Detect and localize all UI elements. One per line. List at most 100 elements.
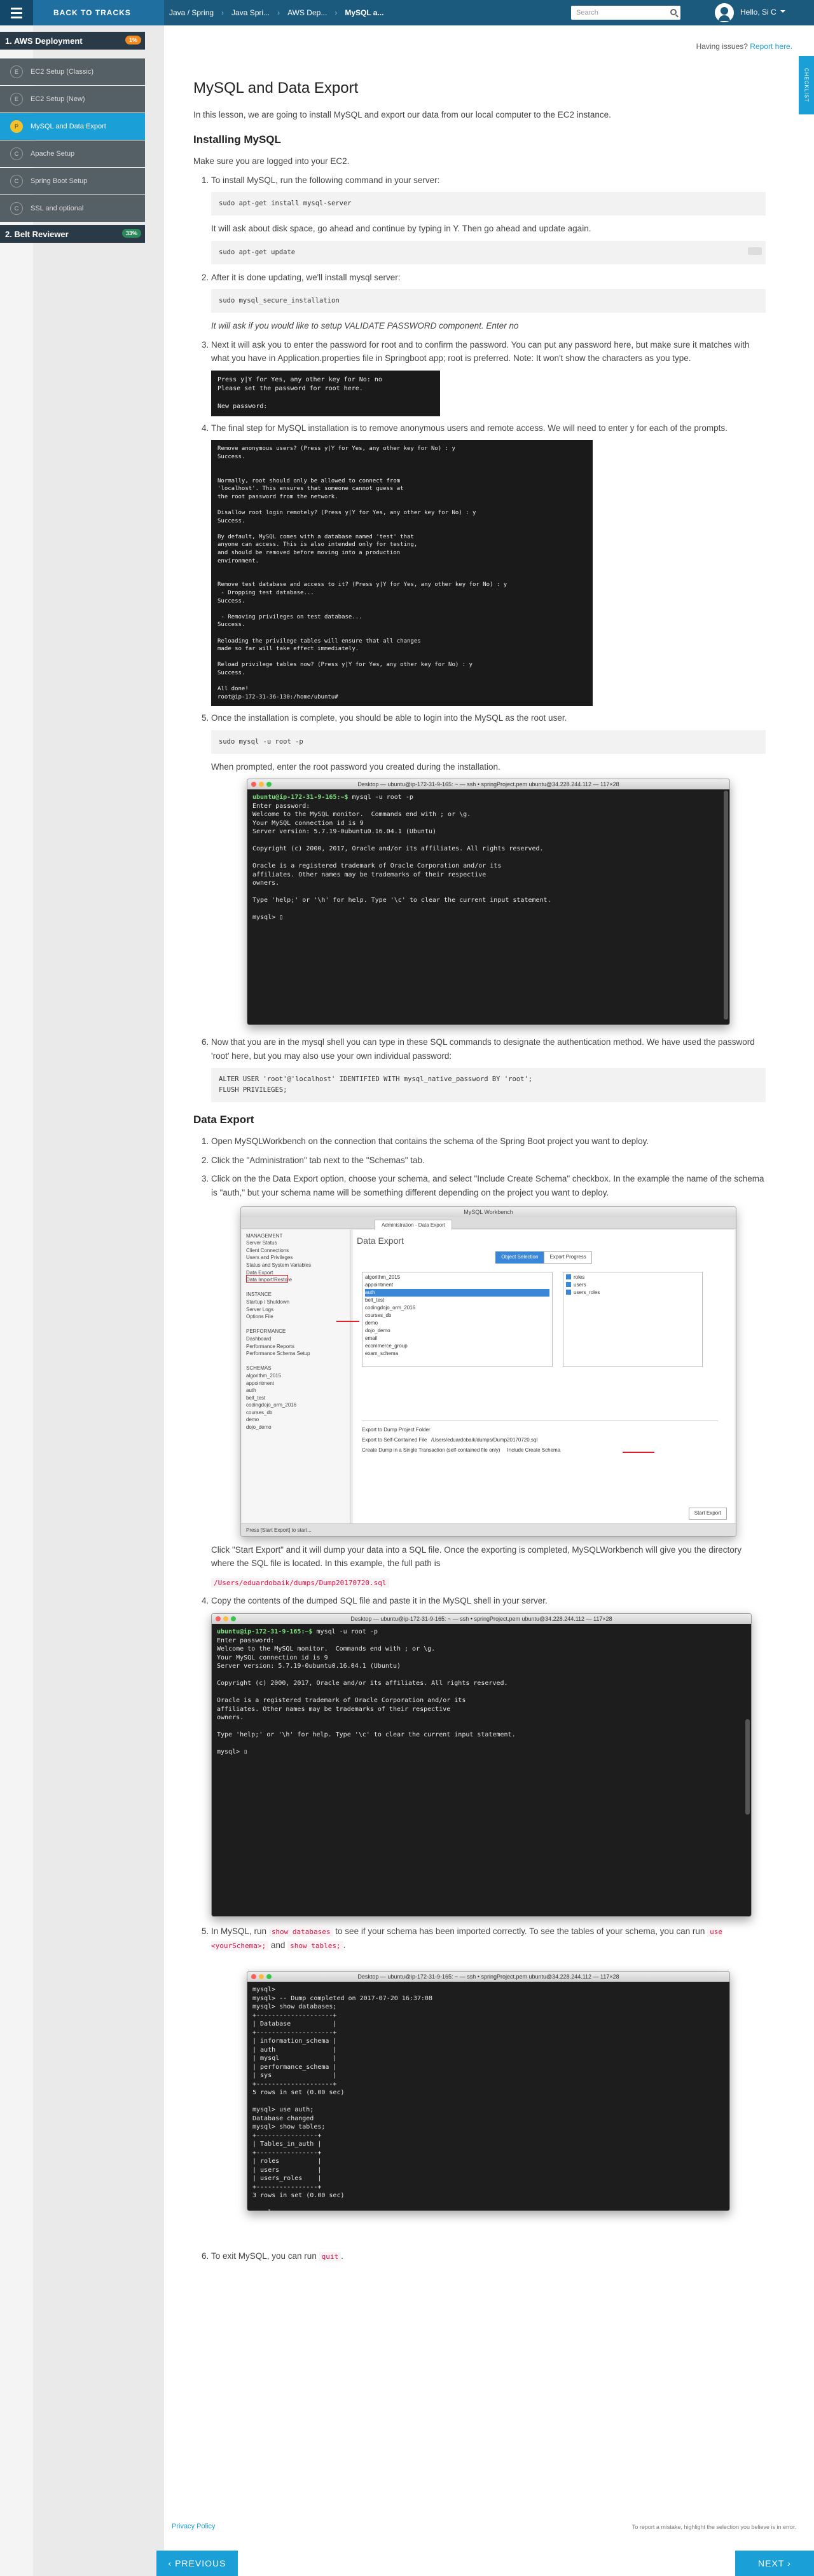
window-title-bar: Desktop — ubuntu@ip-172-31-9-165: ~ — ss… [247, 779, 729, 790]
breadcrumb-item[interactable]: AWS Dep... [287, 8, 327, 17]
terminal-window: Desktop — ubuntu@ip-172-31-9-165: ~ — ss… [247, 779, 730, 1026]
sidebar-item-mysql-data-export[interactable]: P MySQL and Data Export [0, 113, 145, 140]
terminal-window: Desktop — ubuntu@ip-172-31-9-165: ~ — ss… [211, 1613, 752, 1918]
sidebar-item-ec2-classic[interactable]: E EC2 Setup (Classic) [0, 58, 145, 85]
disk-note: It will ask about disk space, go ahead a… [211, 224, 591, 234]
validate-note: It will ask if you would like to setup V… [211, 320, 519, 331]
window-title: Desktop — ubuntu@ip-172-31-9-165: ~ — ss… [350, 1616, 612, 1623]
window-title: Desktop — ubuntu@ip-172-31-9-165: ~ — ss… [357, 781, 619, 788]
lesson-icon: C [10, 175, 23, 187]
avatar[interactable] [715, 3, 734, 22]
object-label: roles [574, 1274, 585, 1280]
checkbox-icon [566, 1289, 571, 1295]
step: After it is done updating, we'll install… [211, 271, 766, 333]
sidebar-item-ec2-new[interactable]: E EC2 Setup (New) [0, 86, 145, 112]
annotation-arrow [336, 1320, 359, 1322]
code-text: sudo mysql -u root -p [219, 737, 303, 746]
status-bar: Press [Start Export] to start... [241, 1523, 736, 1536]
sidebar-rail [0, 25, 33, 2576]
scrollbar[interactable] [724, 791, 728, 1020]
terminal-window: Desktop — ubuntu@ip-172-31-9-165: ~ — ss… [247, 1971, 730, 2212]
code-block[interactable]: sudo apt-get update [211, 240, 766, 264]
step: Click on the the Data Export option, cho… [211, 1172, 766, 1589]
footer: Privacy Policy To report a mistake, high… [164, 2520, 814, 2545]
back-label: BACK TO TRACKS [53, 8, 131, 17]
shell-prompt: ubuntu@ip-172-31-9-165:~$ [217, 1628, 313, 1636]
step: Once the installation is complete, you s… [211, 711, 766, 1026]
code-block[interactable]: ALTER USER 'root'@'localhost' IDENTIFIED… [211, 1068, 766, 1103]
code-text: sudo mysql_secure_installation [219, 297, 340, 305]
tab-export-progress: Export Progress [544, 1251, 592, 1264]
schema-row: exam_schema [365, 1350, 399, 1356]
step: To exit MySQL, you can run quit. [211, 2249, 766, 2263]
search-icon[interactable] [670, 9, 677, 15]
sidebar-item-label: Spring Boot Setup [31, 177, 88, 185]
next-button[interactable]: NEXT › [735, 2551, 814, 2576]
step-text: Now that you are in the mysql shell you … [211, 1037, 755, 1061]
breadcrumb-item[interactable]: Java / Spring [169, 8, 214, 17]
mysql-welcome: Enter password: Welcome to the MySQL mon… [252, 802, 551, 922]
top-bar: BACK TO TRACKS Java / Spring › Java Spri.… [0, 0, 814, 25]
step-text: Once the installation is complete, you s… [211, 713, 567, 723]
terminal-screenshot: Remove anonymous users? (Press y|Y for Y… [211, 440, 593, 707]
step: Click the "Administration" tab next to t… [211, 1154, 766, 1168]
object-row: users_roles [566, 1289, 700, 1297]
sidebar-section-belt-reviewer[interactable]: 2. Belt Reviewer 33% [0, 225, 145, 243]
breadcrumb-current: MySQL a... [345, 8, 384, 17]
object-row: users [566, 1281, 700, 1289]
section-heading-export: Data Export [193, 1114, 254, 1126]
code-text: ALTER USER 'root'@'localhost' IDENTIFIED… [219, 1075, 533, 1094]
schema-row: codingdojo_orm_2016 [365, 1304, 416, 1311]
window-title: MySQL Workbench [241, 1206, 736, 1217]
schema-row-selected: auth [365, 1288, 549, 1297]
sidebar-item-spring-boot-setup[interactable]: C Spring Boot Setup [0, 168, 145, 194]
breadcrumb-item[interactable]: Java Spri... [231, 8, 270, 17]
sidebar-item-ssl[interactable]: C SSL and optional [0, 195, 145, 222]
step: Now that you are in the mysql shell you … [211, 1035, 766, 1103]
next-label: NEXT [758, 2558, 785, 2568]
schema-row: belt_test [365, 1297, 385, 1303]
step-text: After it is done updating, we'll install… [211, 272, 401, 282]
step-text: To exit MySQL, you can run [211, 2251, 317, 2261]
code-block[interactable]: sudo mysql_secure_installation [211, 289, 766, 313]
sidebar-section-aws-deployment[interactable]: 1. AWS Deployment 1% [0, 32, 145, 50]
start-export-button: Start Export [688, 1507, 727, 1520]
user-menu[interactable]: Hello, Si C [740, 8, 785, 17]
report-link[interactable]: Report here. [750, 42, 792, 51]
note-text: Click "Start Export" and it will dump yo… [211, 1544, 742, 1569]
dump-path-code: /Users/eduardobaik/dumps/Dump20170720.sq… [211, 1578, 389, 1588]
step-text: The final step for MySQL installation is… [211, 423, 728, 433]
checklist-tab[interactable]: CHECKLIST [799, 56, 814, 114]
code-block[interactable]: sudo mysql -u root -p [211, 730, 766, 754]
schema-row: ecommerce_group [365, 1342, 408, 1349]
inline-code: show databases [268, 1927, 333, 1937]
sidebar: 1. AWS Deployment 1% E EC2 Setup (Classic… [0, 25, 164, 2576]
step: Copy the contents of the dumped SQL file… [211, 1594, 766, 1918]
back-to-tracks-button[interactable]: BACK TO TRACKS [33, 0, 164, 25]
scrollbar[interactable] [745, 1719, 750, 1815]
object-row: roles [566, 1274, 700, 1281]
sidebar-item-apache-setup[interactable]: C Apache Setup [0, 140, 145, 167]
menu-icon[interactable] [0, 0, 33, 25]
step: To install MySQL, run the following comm… [211, 174, 766, 264]
dump-path: /Users/eduardobaik/dumps/Dump20170720.sq… [211, 1576, 766, 1590]
workbench-main: Data Export Object Selection Export Progr… [353, 1229, 735, 1523]
breadcrumb: Java / Spring › Java Spri... › AWS Dep... ›… [169, 8, 384, 17]
copy-icon[interactable] [748, 247, 762, 255]
search-input[interactable]: Search [571, 6, 680, 20]
shell-command: mysql -u root -p [348, 794, 413, 801]
tab-object-selection: Object Selection [495, 1251, 544, 1264]
code-text: sudo apt-get update [219, 248, 296, 256]
schema-row: appointment [365, 1281, 394, 1288]
step: Next it will ask you to enter the passwo… [211, 338, 766, 416]
window-title-bar: Desktop — ubuntu@ip-172-31-9-165: ~ — ss… [247, 1972, 729, 1982]
window-title: Desktop — ubuntu@ip-172-31-9-165: ~ — ss… [357, 1973, 619, 1980]
highlight-box [246, 1274, 288, 1283]
previous-button[interactable]: ‹ PREVIOUS [156, 2551, 238, 2576]
privacy-policy-link[interactable]: Privacy Policy [172, 2523, 215, 2530]
step: Open MySQLWorkbench on the connection th… [211, 1135, 766, 1148]
code-block[interactable]: sudo apt-get install mysql-server [211, 192, 766, 216]
lesson-icon: C [10, 147, 23, 160]
page-title: MySQL and Data Export [193, 79, 359, 97]
progress-badge: 1% [125, 36, 141, 44]
